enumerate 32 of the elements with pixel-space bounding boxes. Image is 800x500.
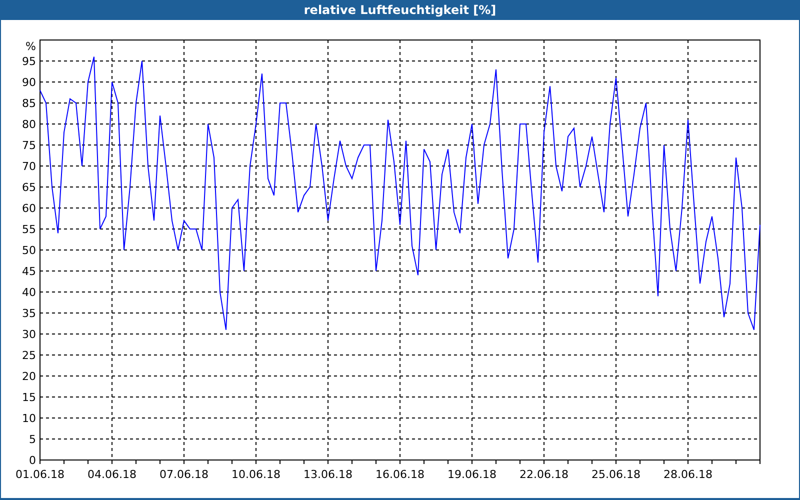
axis-tick-label: 55: [22, 223, 36, 236]
axis-tick-label: 0: [29, 454, 36, 467]
axis-tick-label: 28.06.18: [664, 468, 712, 481]
axis-tick-label: 90: [22, 76, 36, 89]
axis-tick-label: 70: [22, 160, 36, 173]
axis-tick-label: 80: [22, 118, 36, 131]
axis-tick-label: 10.06.18: [232, 468, 280, 481]
axis-tick-label: 16.06.18: [376, 468, 424, 481]
axis-tick-label: 04.06.18: [88, 468, 136, 481]
axis-tick-label: 13.06.18: [304, 468, 352, 481]
axis-tick-label: 85: [22, 97, 36, 110]
axis-tick-label: 20: [22, 370, 36, 383]
axis-unit-label: %: [26, 40, 36, 53]
axis-tick-label: 5: [29, 433, 36, 446]
axis-tick-label: 30: [22, 328, 36, 341]
axis-tick-label: 35: [22, 307, 36, 320]
axis-tick-label: 95: [22, 55, 36, 68]
axis-tick-label: 75: [22, 139, 36, 152]
axis-tick-label: 15: [22, 391, 36, 404]
axis-tick-label: 25.06.18: [592, 468, 640, 481]
axis-tick-label: 25: [22, 349, 36, 362]
axis-tick-label: 60: [22, 202, 36, 215]
axis-tick-label: 10: [22, 412, 36, 425]
axis-tick-label: 45: [22, 265, 36, 278]
axis-tick-label: 01.06.18: [16, 468, 64, 481]
axis-tick-label: 40: [22, 286, 36, 299]
axis-tick-label: 22.06.18: [520, 468, 568, 481]
axis-tick-label: 50: [22, 244, 36, 257]
axis-tick-label: 07.06.18: [160, 468, 208, 481]
axis-tick-label: 65: [22, 181, 36, 194]
axis-tick-label: 19.06.18: [448, 468, 496, 481]
window-title: relative Luftfeuchtigkeit [%]: [304, 3, 496, 17]
